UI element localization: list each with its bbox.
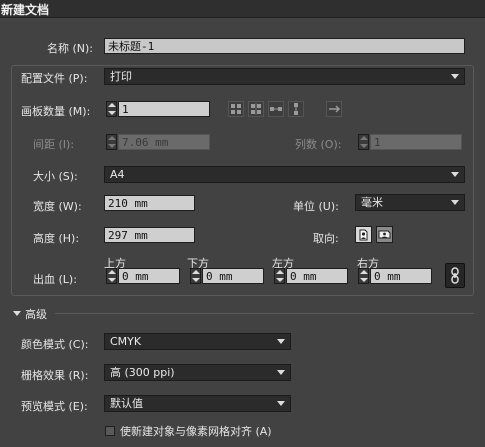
columns-stepper[interactable] [358, 134, 369, 150]
stepper-down-icon [192, 278, 200, 282]
artboards-label: 画板数量 (M): [21, 105, 91, 118]
bleed-top-stepper[interactable] [106, 268, 117, 284]
profile-label: 配置文件 (P): [21, 70, 90, 86]
disclosure-triangle-icon[interactable] [13, 311, 21, 316]
bleed-left-stepper[interactable] [274, 268, 285, 284]
bleed-right-stepper[interactable] [358, 268, 369, 284]
stepper-up-icon [192, 270, 200, 274]
bleed-top-input[interactable]: 0 mm [118, 268, 180, 284]
chevron-down-icon [451, 74, 459, 79]
columns-label: 列数 (O): [295, 138, 342, 151]
stepper-down-icon [360, 144, 368, 148]
height-input[interactable]: 297 mm [104, 227, 195, 243]
stepper-down-icon [108, 111, 116, 115]
size-dropdown[interactable]: A4 [104, 166, 465, 183]
color-mode-value: CMYK [110, 335, 142, 348]
chevron-down-icon [451, 172, 459, 177]
bleed-label: 出血 (L): [33, 273, 77, 286]
advanced-toggle[interactable]: 高级 [25, 306, 47, 322]
stepper-up-icon [360, 136, 368, 140]
units-dropdown[interactable]: 毫米 [355, 194, 465, 211]
stepper-down-icon [108, 144, 116, 148]
spacing-input[interactable]: 7.06 mm [118, 134, 210, 150]
arrange-by-row-icon[interactable] [268, 101, 284, 117]
width-label: 宽度 (W): [33, 200, 82, 213]
stepper-down-icon [276, 278, 284, 282]
chevron-down-icon [277, 401, 285, 406]
bleed-left-input[interactable]: 0 mm [286, 268, 348, 284]
units-label: 单位 (U): [293, 200, 339, 213]
bleed-right-input[interactable]: 0 mm [370, 268, 432, 284]
grid-by-row-icon[interactable] [228, 101, 244, 117]
profile-dropdown[interactable]: 打印 [104, 68, 465, 85]
arrange-by-column-icon[interactable] [288, 101, 304, 117]
stepper-up-icon [108, 136, 116, 140]
stepper-down-icon [108, 278, 116, 282]
preview-value: 默认值 [110, 397, 143, 410]
chevron-down-icon [451, 200, 459, 205]
size-label: 大小 (S): [33, 170, 78, 183]
profile-value: 打印 [110, 70, 132, 83]
name-input[interactable]: 未标题-1 [104, 38, 465, 54]
window-title: 新建文档 [1, 3, 50, 17]
right-to-left-icon[interactable] [326, 101, 342, 117]
chevron-down-icon [277, 370, 285, 375]
units-value: 毫米 [361, 196, 383, 209]
height-label: 高度 (H): [33, 232, 80, 245]
align-pixel-checkbox[interactable] [105, 426, 115, 436]
stepper-up-icon [108, 103, 116, 107]
spacing-label: 间距 (I): [33, 138, 75, 151]
portrait-icon[interactable] [355, 226, 372, 243]
stepper-up-icon [108, 270, 116, 274]
artboards-stepper[interactable] [106, 101, 117, 117]
stepper-down-icon [360, 278, 368, 282]
link-icon[interactable] [445, 263, 465, 288]
name-label: 名称 (N): [47, 42, 94, 55]
bleed-bottom-stepper[interactable] [190, 268, 201, 284]
color-mode-label: 颜色模式 (C): [21, 338, 89, 351]
grid-by-column-icon[interactable] [248, 101, 264, 117]
spacing-stepper[interactable] [106, 134, 117, 150]
preview-label: 预览模式 (E): [21, 400, 88, 413]
columns-input[interactable]: 1 [370, 134, 462, 150]
align-pixel-label: 使新建对象与像素网格对齐 (A) [120, 425, 272, 438]
stepper-up-icon [360, 270, 368, 274]
bleed-bottom-input[interactable]: 0 mm [202, 268, 264, 284]
color-mode-dropdown[interactable]: CMYK [104, 333, 291, 350]
landscape-icon[interactable] [376, 226, 393, 243]
title-bar: 新建文档 [0, 0, 485, 18]
preview-dropdown[interactable]: 默认值 [104, 395, 291, 412]
orientation-label: 取向: [313, 232, 339, 245]
raster-label: 栅格效果 (R): [21, 369, 89, 382]
chevron-down-icon [277, 339, 285, 344]
size-value: A4 [110, 168, 125, 181]
artboards-input[interactable]: 1 [118, 101, 210, 117]
advanced-divider [55, 313, 474, 314]
width-input[interactable]: 210 mm [104, 195, 195, 211]
raster-dropdown[interactable]: 高 (300 ppi) [104, 364, 291, 381]
stepper-up-icon [276, 270, 284, 274]
raster-value: 高 (300 ppi) [110, 366, 175, 379]
